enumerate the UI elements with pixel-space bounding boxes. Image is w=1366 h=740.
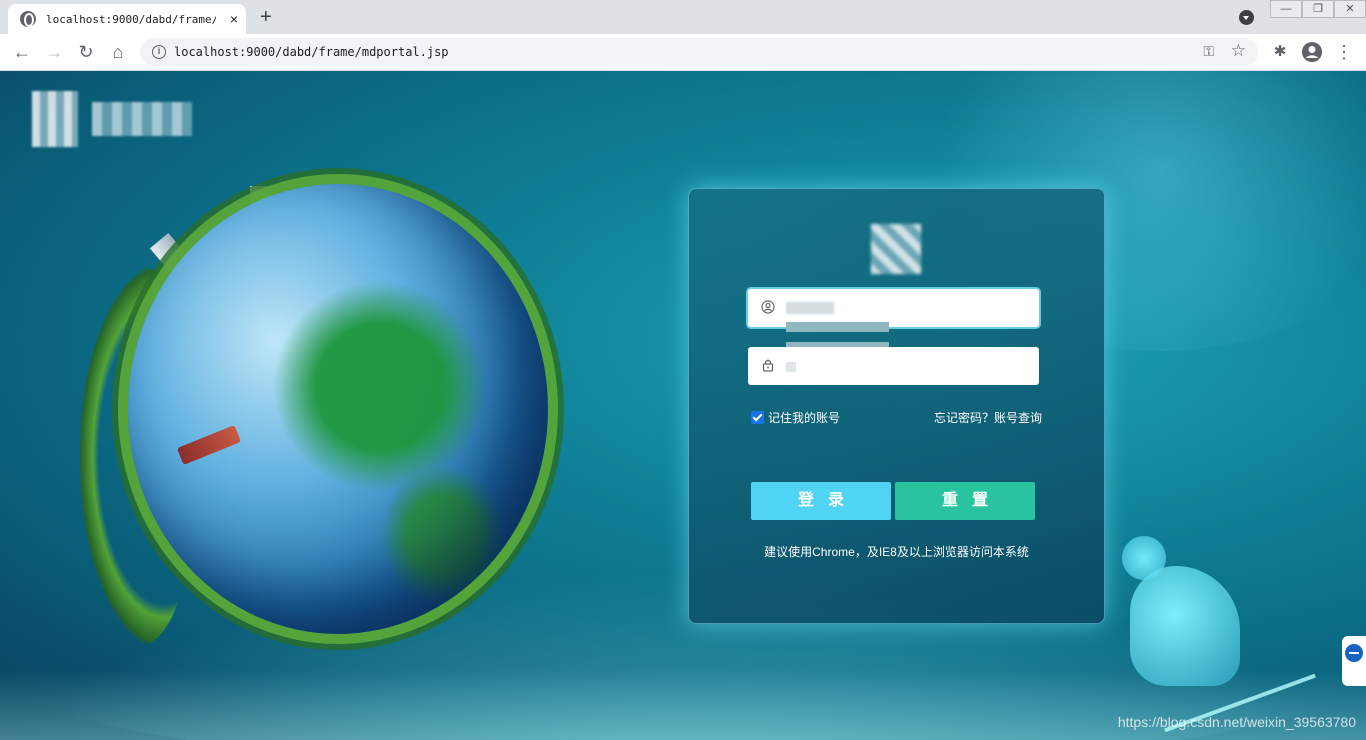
- earth-globe: [128, 184, 548, 634]
- skier-illustration: [1100, 526, 1316, 740]
- user-icon: [760, 300, 776, 316]
- extensions-icon[interactable]: ✱: [1268, 40, 1292, 64]
- lock-icon: [760, 358, 776, 374]
- minimize-button[interactable]: —: [1270, 0, 1302, 18]
- reload-icon[interactable]: ↻: [74, 40, 98, 64]
- home-icon[interactable]: ⌂: [106, 40, 130, 64]
- url-text: localhost:9000/dabd/frame/mdportal.jsp: [174, 45, 449, 59]
- autocomplete-suggestion[interactable]: [786, 322, 889, 332]
- forgot-password-link[interactable]: 忘记密码？账号查询: [934, 409, 1042, 426]
- remember-checkbox[interactable]: [751, 411, 764, 424]
- remember-me[interactable]: 记住我的账号: [751, 409, 840, 426]
- password-redacted: [786, 362, 796, 372]
- key-icon[interactable]: ⚿: [1203, 43, 1214, 60]
- new-tab-button[interactable]: +: [260, 6, 272, 29]
- forward-icon[interactable]: →: [42, 40, 66, 64]
- teamviewer-icon: [1345, 644, 1363, 662]
- back-icon[interactable]: ←: [10, 40, 34, 64]
- login-page: 记住我的账号 忘记密码？账号查询 登录 重置 建议使用Chrome，及IE8及以…: [0, 71, 1366, 740]
- globe-icon: [20, 11, 36, 27]
- close-window-button[interactable]: ✕: [1334, 0, 1366, 18]
- browser-tab-bar: localhost:9000/dabd/frame/mdp × + — ❐ ✕: [0, 0, 1366, 34]
- teamviewer-widget[interactable]: [1342, 636, 1366, 686]
- browser-toolbar: ← → ↻ ⌂ i localhost:9000/dabd/frame/mdpo…: [0, 34, 1366, 71]
- logo-text-blurred: [92, 102, 192, 136]
- globe-illustration: [60, 166, 570, 686]
- watermark-text: https://blog.csdn.net/weixin_39563780: [1117, 714, 1356, 730]
- browser-hint: 建议使用Chrome，及IE8及以上浏览器访问本系统: [764, 545, 1029, 559]
- close-tab-icon[interactable]: ×: [230, 11, 238, 27]
- address-bar[interactable]: i localhost:9000/dabd/frame/mdportal.jsp…: [140, 38, 1258, 66]
- bookmark-star-icon[interactable]: ☆: [1231, 41, 1246, 61]
- reset-button[interactable]: 重置: [895, 482, 1035, 520]
- tab-search-icon[interactable]: [1239, 10, 1254, 25]
- logo-mark-blurred: [32, 91, 78, 147]
- panel-logo-blurred: [871, 224, 921, 274]
- login-panel: 记住我的账号 忘记密码？账号查询 登录 重置 建议使用Chrome，及IE8及以…: [688, 188, 1105, 624]
- restore-button[interactable]: ❐: [1302, 0, 1334, 18]
- browser-menu-icon[interactable]: ⋮: [1332, 40, 1356, 64]
- tab-title: localhost:9000/dabd/frame/mdp: [46, 12, 216, 26]
- login-button[interactable]: 登录: [751, 482, 891, 520]
- username-redacted: [786, 302, 834, 314]
- site-logo: [32, 91, 192, 147]
- profile-avatar[interactable]: [1300, 40, 1324, 64]
- password-input[interactable]: [786, 357, 1026, 375]
- site-info-icon[interactable]: i: [152, 45, 166, 59]
- browser-tab[interactable]: localhost:9000/dabd/frame/mdp ×: [8, 4, 246, 34]
- remember-label: 记住我的账号: [768, 411, 841, 425]
- window-controls: — ❐ ✕: [1270, 0, 1366, 20]
